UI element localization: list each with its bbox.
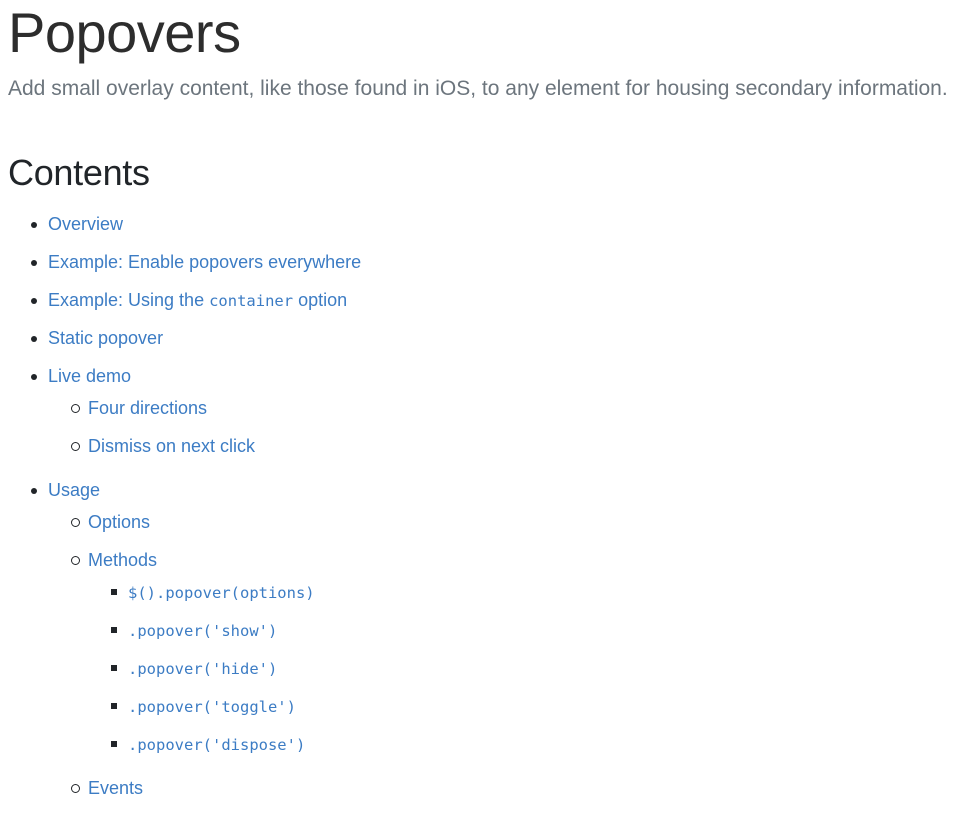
toc-link-live-demo[interactable]: Live demo: [48, 366, 131, 386]
toc-sublist: Four directions Dismiss on next click: [48, 390, 948, 466]
toc-link-dismiss-on-next-click[interactable]: Dismiss on next click: [88, 436, 255, 456]
toc-item-popover-hide: .popover('hide'): [111, 650, 948, 688]
toc-link-popover-toggle[interactable]: .popover('toggle'): [128, 698, 296, 716]
page-title: Popovers: [8, 1, 241, 64]
toc-link-popover-hide[interactable]: .popover('hide'): [128, 660, 277, 678]
toc-sublist: Options Methods $().popover(options) .popov…: [48, 504, 948, 808]
contents-heading: Contents: [8, 151, 150, 193]
toc-link-four-directions[interactable]: Four directions: [88, 398, 207, 418]
page-lead-paragraph: Add small overlay content, like those fo…: [8, 76, 948, 100]
toc-item-popover-show: .popover('show'): [111, 612, 948, 650]
toc-link-popover-dispose[interactable]: .popover('dispose'): [128, 736, 305, 754]
toc-link-popover-options[interactable]: $().popover(options): [128, 584, 315, 602]
toc-link-options[interactable]: Options: [88, 512, 150, 532]
toc-link-static-popover[interactable]: Static popover: [48, 328, 163, 348]
toc-link-popover-show[interactable]: .popover('show'): [128, 622, 277, 640]
toc-item-four-directions: Four directions: [71, 390, 948, 428]
toc-link-usage[interactable]: Usage: [48, 480, 100, 500]
toc-item-events: Events: [71, 770, 948, 808]
toc-item-popover-dispose: .popover('dispose'): [111, 726, 948, 764]
toc-item-popover-toggle: .popover('toggle'): [111, 688, 948, 726]
toc-link-container-option[interactable]: Example: Using the container option: [48, 290, 347, 310]
toc-sublist: $().popover(options) .popover('show') .pop…: [88, 574, 948, 764]
toc-item-options: Options: [71, 504, 948, 542]
toc-item-usage: Usage Options Methods $().popover(options).…: [31, 472, 948, 814]
toc-link-overview[interactable]: Overview: [48, 214, 123, 234]
toc-link-methods[interactable]: Methods: [88, 550, 157, 570]
toc-link-events[interactable]: Events: [88, 778, 143, 798]
table-of-contents: Overview Example: Enable popovers everywh…: [8, 206, 948, 814]
inline-code-container: container: [209, 292, 294, 311]
toc-item-static-popover: Static popover: [31, 320, 948, 358]
toc-item-live-demo: Live demo Four directions Dismiss on next …: [31, 358, 948, 472]
documentation-page: Popovers Add small overlay content, like…: [0, 0, 956, 814]
toc-item-methods: Methods $().popover(options) .popover('sho…: [71, 542, 948, 770]
toc-item-container-option: Example: Using the container option: [31, 282, 948, 320]
toc-item-example-enable-popovers-everywhere: Example: Enable popovers everywhere: [31, 244, 948, 282]
toc-item-overview: Overview: [31, 206, 948, 244]
toc-item-dismiss-on-next-click: Dismiss on next click: [71, 428, 948, 466]
toc-item-popover-options: $().popover(options): [111, 574, 948, 612]
toc-link-example-enable-popovers-everywhere[interactable]: Example: Enable popovers everywhere: [48, 252, 361, 272]
